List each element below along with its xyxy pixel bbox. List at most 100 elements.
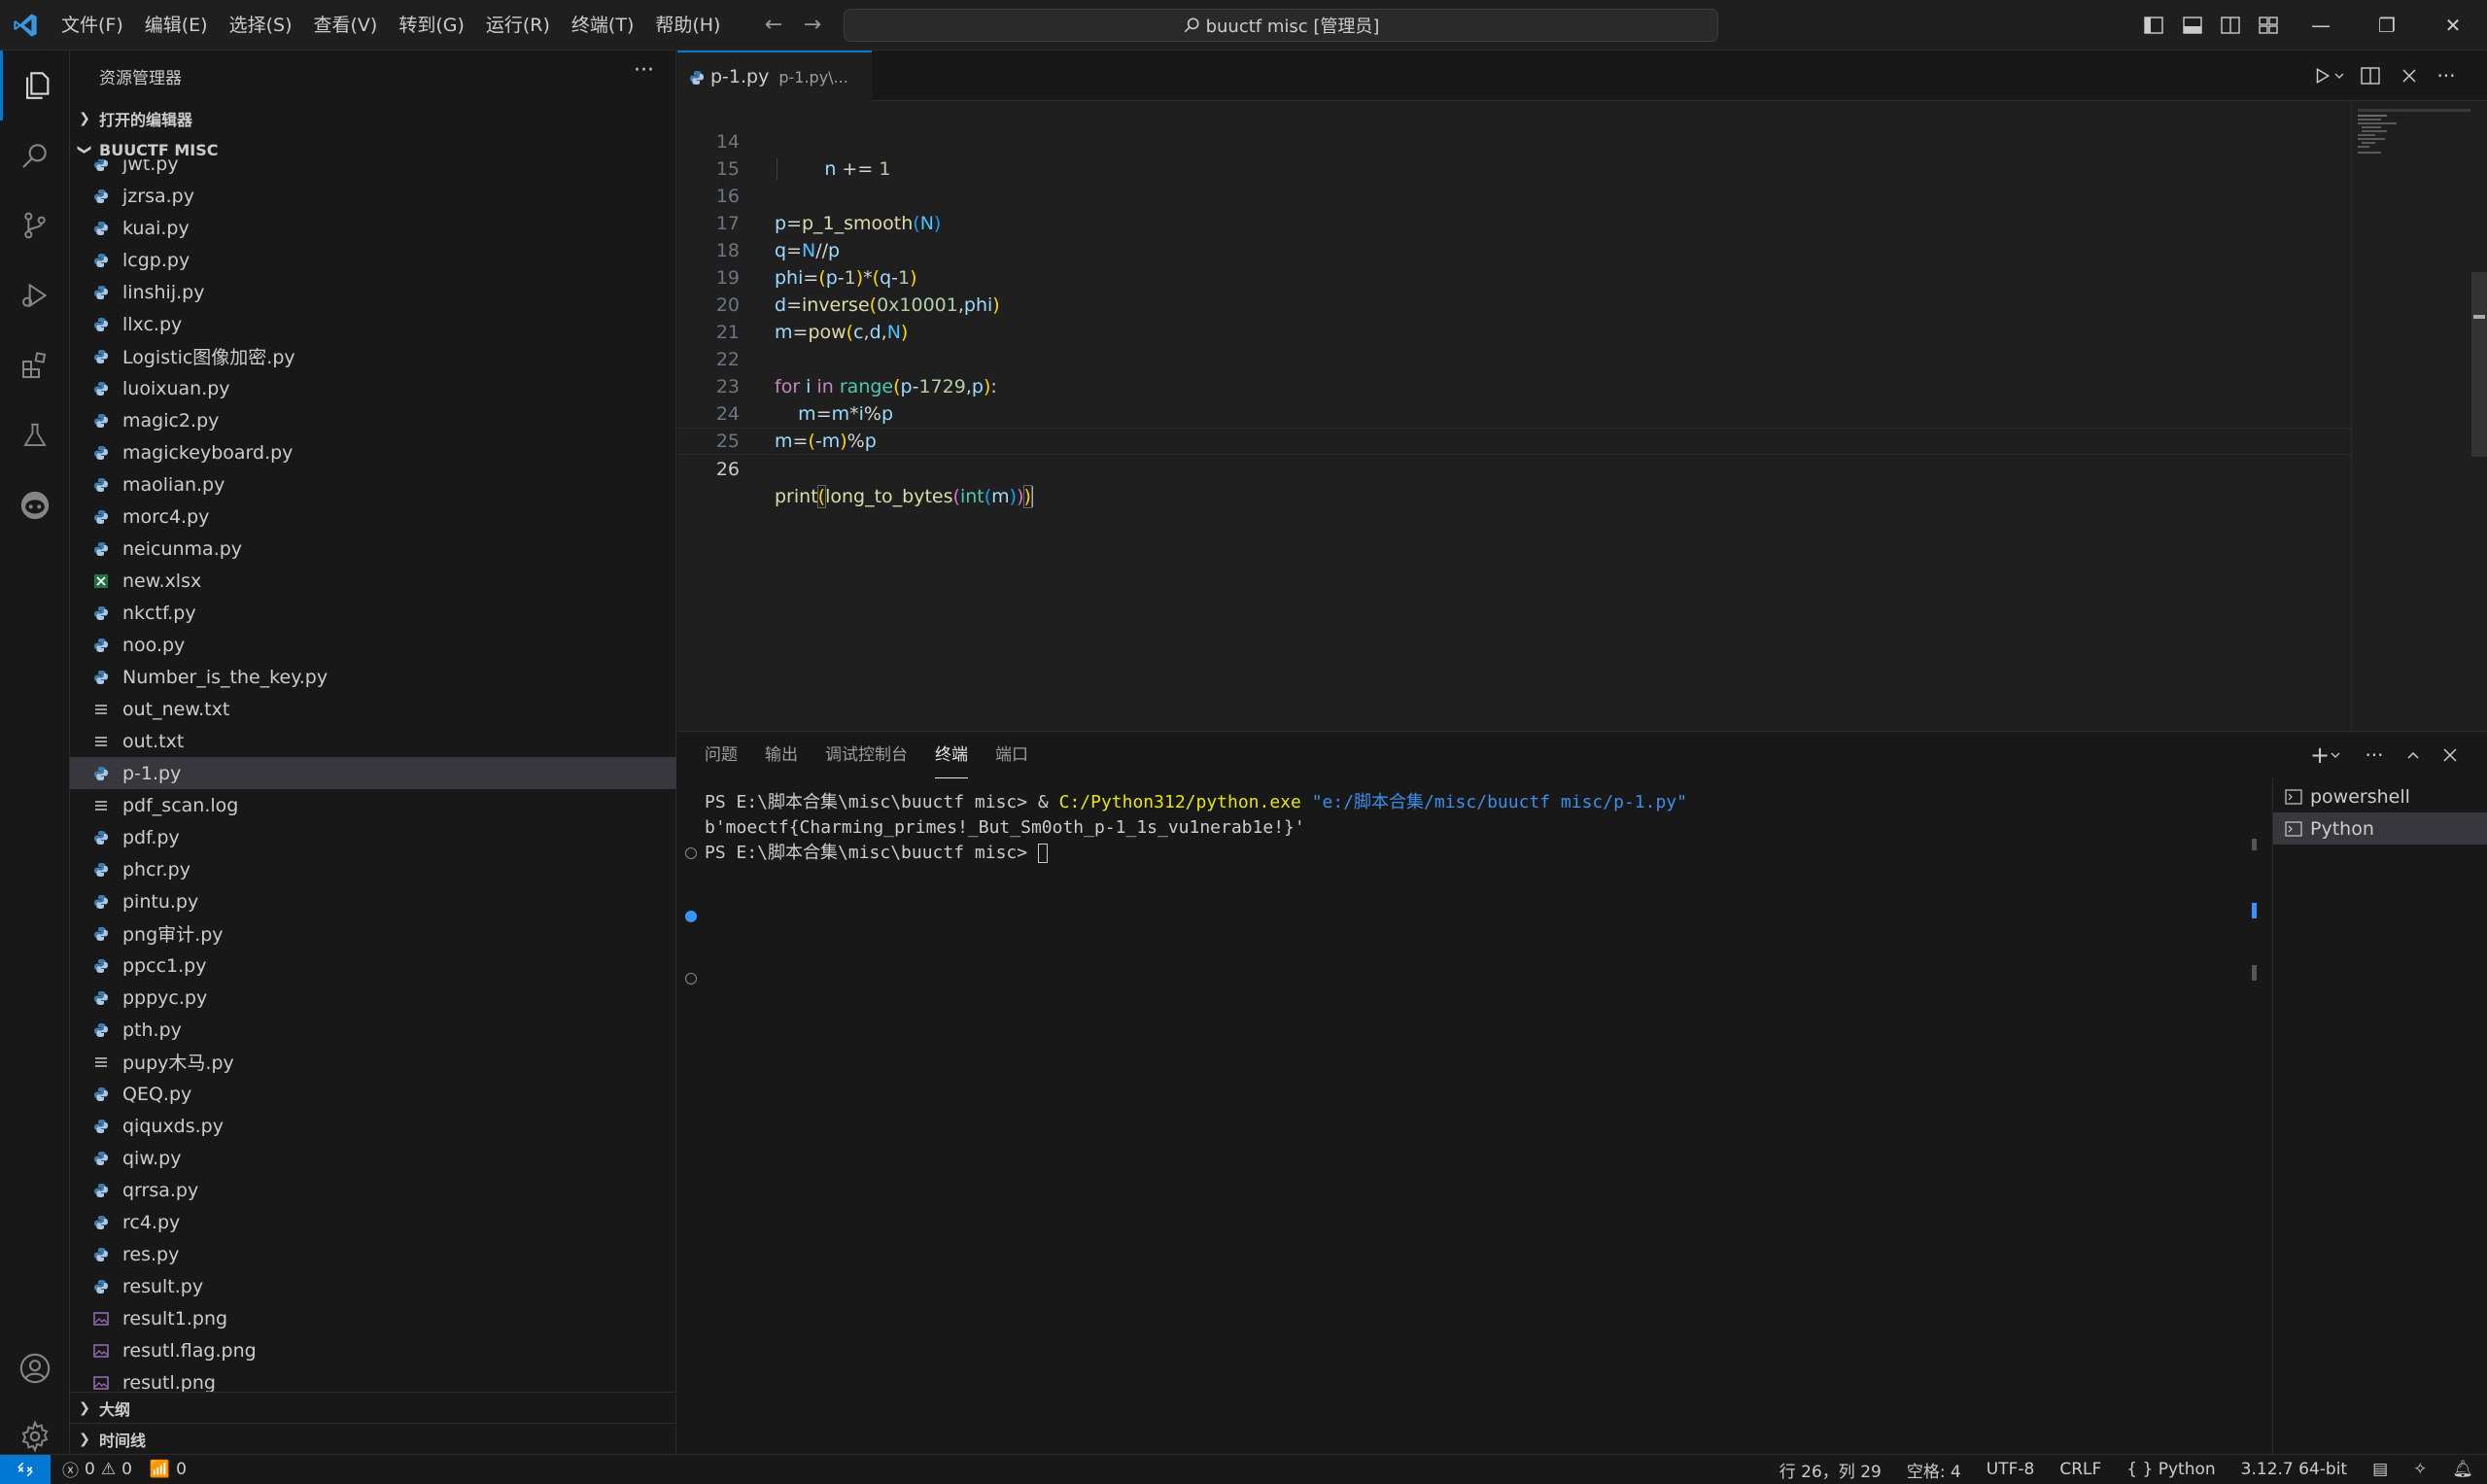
menu-run[interactable]: 运行(R) bbox=[475, 0, 561, 51]
python-interpreter[interactable]: 3.12.7 64-bit bbox=[2241, 1460, 2347, 1479]
end-of-line[interactable]: CRLF bbox=[2059, 1460, 2101, 1479]
notifications-bell-icon[interactable]: 🔔︎ bbox=[2452, 1460, 2473, 1479]
toggle-secondary-sidebar-icon[interactable] bbox=[2215, 10, 2246, 41]
terminal-item-python[interactable]: Python bbox=[2273, 812, 2487, 845]
source-control-icon[interactable] bbox=[0, 190, 70, 260]
file-item[interactable]: linshij.py bbox=[70, 276, 676, 308]
file-item[interactable]: p-1.py bbox=[70, 757, 676, 789]
file-item[interactable]: Number_is_the_key.py bbox=[70, 661, 676, 693]
file-item[interactable]: result1.png bbox=[70, 1302, 676, 1334]
command-decoration-icon[interactable] bbox=[685, 911, 697, 922]
search-icon[interactable] bbox=[0, 121, 70, 190]
tab-terminal[interactable]: 终端 bbox=[935, 732, 968, 778]
menu-go[interactable]: 转到(G) bbox=[388, 0, 475, 51]
file-item[interactable]: maolian.py bbox=[70, 468, 676, 500]
close-editor-icon[interactable] bbox=[2394, 60, 2425, 91]
code-editor[interactable]: 14 n += 1 15 16 p=p_1_smooth(N) 17 q=N//… bbox=[677, 101, 2487, 776]
command-center[interactable]: buuctf misc [管理员] bbox=[844, 9, 1718, 42]
file-item[interactable]: jwt.py bbox=[70, 159, 676, 180]
file-item[interactable]: neicunma.py bbox=[70, 533, 676, 565]
file-item[interactable]: pth.py bbox=[70, 1014, 676, 1046]
panel-more-actions-icon[interactable]: ··· bbox=[2359, 740, 2390, 771]
command-decoration-icon[interactable] bbox=[685, 973, 697, 984]
file-item[interactable]: png审计.py bbox=[70, 917, 676, 949]
tab-debug-console[interactable]: 调试控制台 bbox=[825, 732, 908, 778]
tab-ports[interactable]: 端口 bbox=[995, 732, 1028, 778]
indentation[interactable]: 空格: 4 bbox=[1907, 1458, 1961, 1482]
file-item[interactable]: kuai.py bbox=[70, 212, 676, 244]
file-item[interactable]: ppcc1.py bbox=[70, 949, 676, 982]
menu-edit[interactable]: 编辑(E) bbox=[134, 0, 219, 51]
file-item[interactable]: qrrsa.py bbox=[70, 1174, 676, 1206]
file-item[interactable]: result.py bbox=[70, 1270, 676, 1302]
file-item[interactable]: jzrsa.py bbox=[70, 180, 676, 212]
tab-problems[interactable]: 问题 bbox=[705, 732, 738, 778]
file-item[interactable]: llxc.py bbox=[70, 308, 676, 340]
file-item[interactable]: pdf.py bbox=[70, 821, 676, 853]
outline-section[interactable]: ❯ 大纲 bbox=[70, 1392, 676, 1423]
tab-output[interactable]: 输出 bbox=[765, 732, 798, 778]
close-window-icon[interactable]: ✕ bbox=[2420, 0, 2486, 51]
file-item[interactable]: Logistic图像加密.py bbox=[70, 340, 676, 372]
terminal-item-powershell[interactable]: powershell bbox=[2273, 780, 2487, 812]
problems-status[interactable]: ⓧ 0 ⚠ 0 📶 0 bbox=[62, 1457, 192, 1482]
language-mode[interactable]: { } Python bbox=[2126, 1460, 2215, 1479]
toggle-primary-sidebar-icon[interactable] bbox=[2138, 10, 2169, 41]
file-item[interactable]: res.py bbox=[70, 1238, 676, 1270]
tab-p-1-py[interactable]: p-1.py p-1.py\... bbox=[677, 51, 872, 101]
file-item[interactable]: pintu.py bbox=[70, 885, 676, 917]
split-editor-icon[interactable] bbox=[2355, 60, 2386, 91]
command-decoration-icon[interactable] bbox=[685, 847, 697, 859]
file-item[interactable]: out.txt bbox=[70, 725, 676, 757]
file-item[interactable]: phcr.py bbox=[70, 853, 676, 885]
vertical-scrollbar[interactable] bbox=[2471, 101, 2487, 731]
file-item[interactable]: noo.py bbox=[70, 629, 676, 661]
minimap[interactable] bbox=[2351, 101, 2471, 731]
menu-help[interactable]: 帮助(H) bbox=[644, 0, 731, 51]
file-item[interactable]: magic2.py bbox=[70, 404, 676, 436]
testing-flask-icon[interactable] bbox=[0, 400, 70, 470]
run-and-debug-icon[interactable] bbox=[0, 260, 70, 330]
minimize-icon[interactable]: — bbox=[2288, 0, 2354, 51]
file-item[interactable]: magickeyboard.py bbox=[70, 436, 676, 468]
file-item[interactable]: out_new.txt bbox=[70, 693, 676, 725]
file-item[interactable]: new.xlsx bbox=[70, 565, 676, 597]
accounts-icon[interactable] bbox=[0, 1333, 70, 1403]
copilot-status-icon[interactable]: ✧ bbox=[2413, 1460, 2427, 1479]
file-item[interactable]: pppyc.py bbox=[70, 982, 676, 1014]
run-dropdown-chevron-icon[interactable] bbox=[2330, 60, 2349, 91]
file-item[interactable]: morc4.py bbox=[70, 500, 676, 533]
remote-indicator-icon[interactable] bbox=[0, 1454, 51, 1484]
file-item[interactable]: luoixuan.py bbox=[70, 372, 676, 404]
forward-arrow-icon[interactable]: → bbox=[797, 10, 828, 41]
editor-more-actions-icon[interactable]: ··· bbox=[2431, 60, 2462, 91]
copilot-icon[interactable] bbox=[0, 470, 70, 540]
file-item[interactable]: pupy木马.py bbox=[70, 1046, 676, 1078]
maximize-panel-chevron-up-icon[interactable] bbox=[2398, 740, 2429, 771]
terminal-dropdown-chevron-icon[interactable] bbox=[2326, 740, 2345, 771]
menu-file[interactable]: 文件(F) bbox=[51, 0, 134, 51]
file-item[interactable]: pdf_scan.log bbox=[70, 789, 676, 821]
menu-terminal[interactable]: 终端(T) bbox=[561, 0, 644, 51]
timeline-section[interactable]: ❯ 时间线 bbox=[70, 1423, 676, 1454]
file-item[interactable]: qiw.py bbox=[70, 1142, 676, 1174]
back-arrow-icon[interactable]: ← bbox=[758, 10, 789, 41]
file-item[interactable]: qiquxds.py bbox=[70, 1110, 676, 1142]
more-actions-icon[interactable]: ··· bbox=[634, 58, 654, 83]
cursor-position[interactable]: 行 26，列 29 bbox=[1779, 1458, 1882, 1482]
file-item[interactable]: rc4.py bbox=[70, 1206, 676, 1238]
close-panel-icon[interactable] bbox=[2435, 740, 2466, 771]
encoding[interactable]: UTF-8 bbox=[1986, 1460, 2035, 1479]
explorer-icon[interactable] bbox=[0, 51, 70, 121]
file-item[interactable]: lcgp.py bbox=[70, 244, 676, 276]
file-item[interactable]: resutl.flag.png bbox=[70, 1334, 676, 1366]
layout-icon[interactable]: ▤ bbox=[2372, 1460, 2388, 1479]
customize-layout-icon[interactable] bbox=[2253, 10, 2284, 41]
menu-selection[interactable]: 选择(S) bbox=[219, 0, 303, 51]
file-item[interactable]: QEQ.py bbox=[70, 1078, 676, 1110]
extensions-icon[interactable] bbox=[0, 330, 70, 400]
restore-icon[interactable]: ❐ bbox=[2354, 0, 2420, 51]
file-item[interactable]: nkctf.py bbox=[70, 597, 676, 629]
terminal-output[interactable]: PS E:\脚本合集\misc\buuctf misc> & C:/Python… bbox=[677, 790, 2257, 1451]
menu-view[interactable]: 查看(V) bbox=[303, 0, 389, 51]
